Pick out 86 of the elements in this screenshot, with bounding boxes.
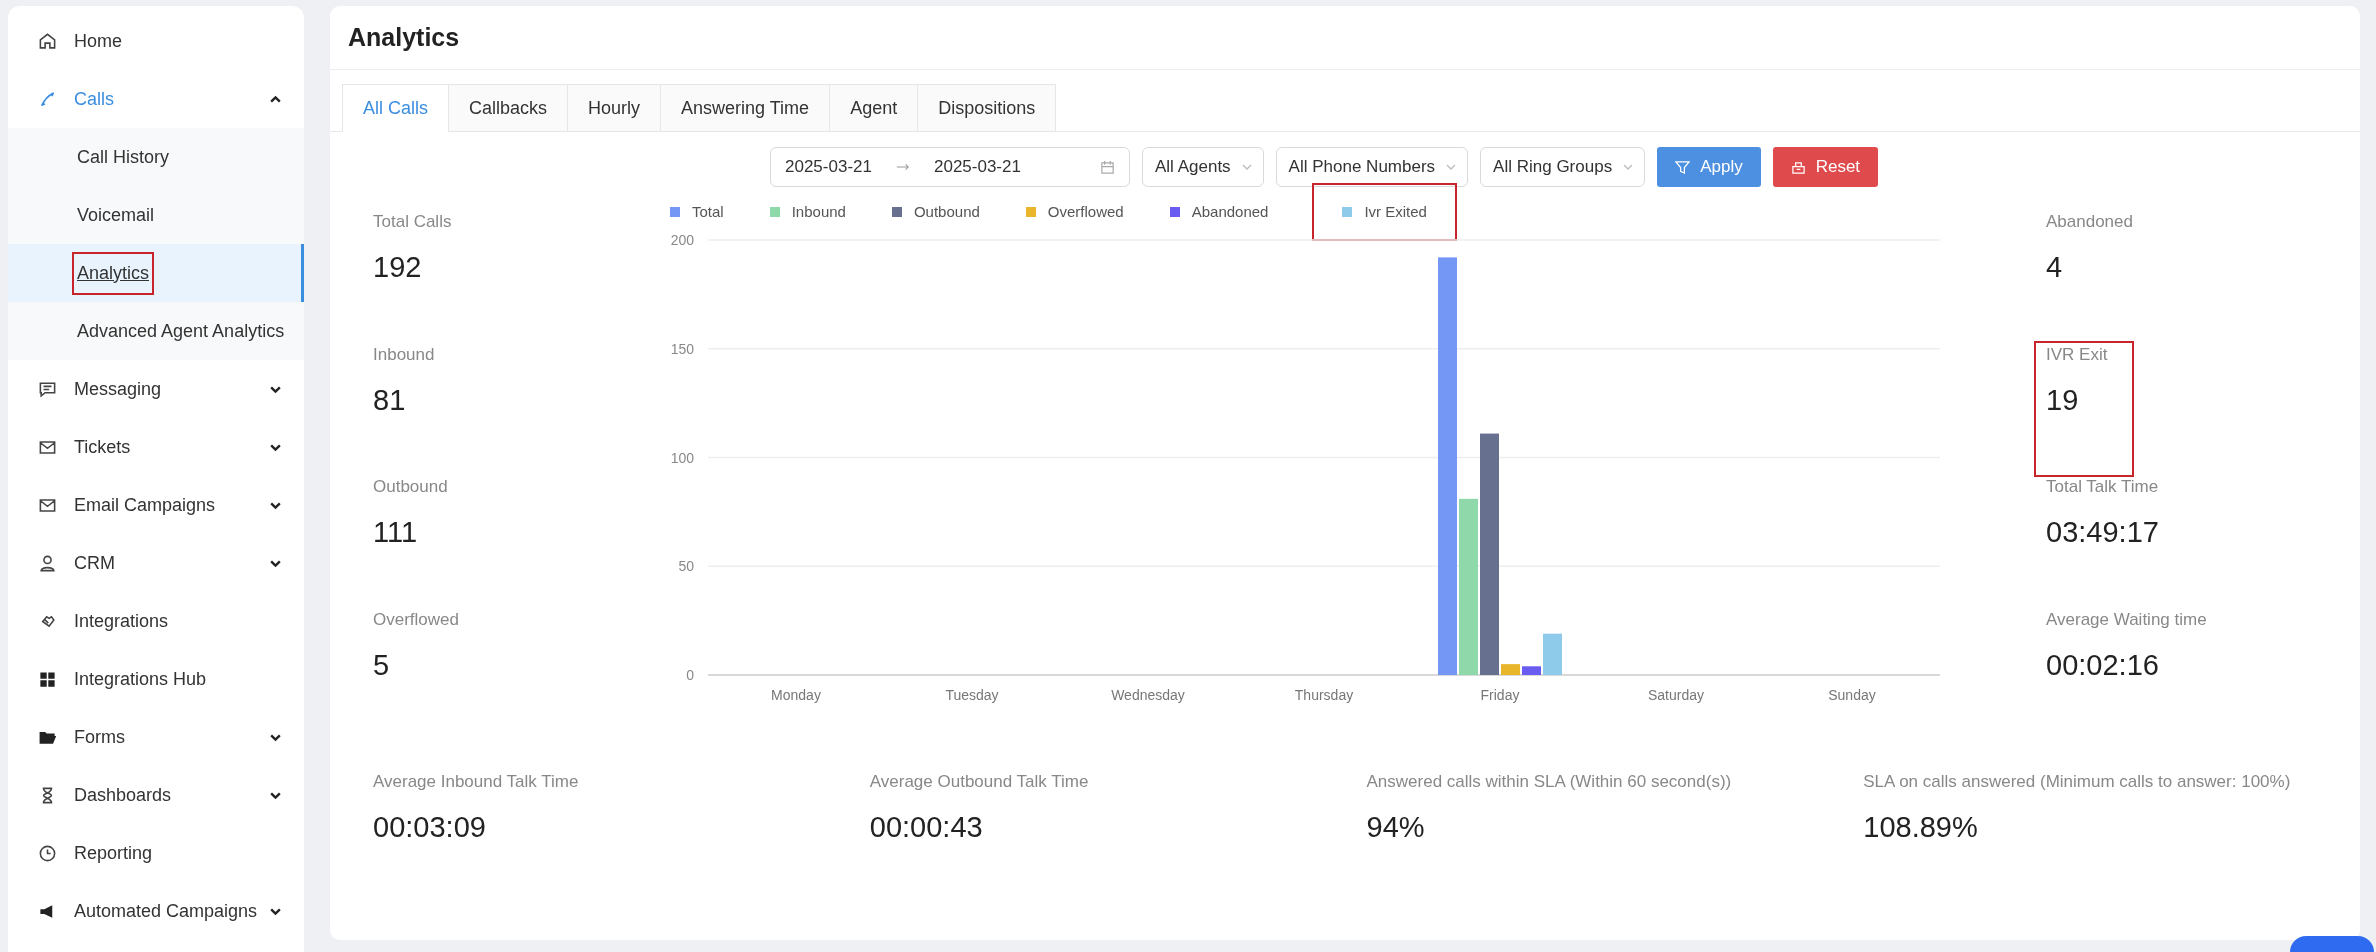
legend-item[interactable]: Abandoned <box>1169 200 1269 224</box>
stat-value: 94% <box>1366 810 1426 845</box>
legend-item[interactable]: Ivr Exited <box>1314 184 1455 240</box>
sidebar-item[interactable]: Home <box>8 12 304 70</box>
filter-icon <box>1675 159 1691 175</box>
page-title: Analytics <box>348 21 460 53</box>
dropdown[interactable]: All Ring Groups <box>1480 147 1646 187</box>
axis-category-label: Friday <box>1480 687 1520 703</box>
axis-tick-label: 0 <box>686 667 694 683</box>
chat-button[interactable] <box>2290 936 2374 952</box>
phone-icon <box>38 89 57 109</box>
home-icon <box>38 31 57 51</box>
stat-label: Average Outbound Talk Time <box>869 771 1090 793</box>
axis-category-label: Monday <box>771 687 821 703</box>
person-icon <box>38 553 57 573</box>
stat-value: 108.89% <box>1863 810 1979 845</box>
axis-category-label: Sunday <box>1828 687 1876 703</box>
tab[interactable]: Answering Time <box>660 84 831 132</box>
stat-label: Total Calls <box>373 211 453 233</box>
tab[interactable]: Dispositions <box>917 84 1057 132</box>
stat-label: IVR Exit <box>2046 343 2109 366</box>
legend-item[interactable]: Outbound <box>891 200 980 224</box>
date-range-field[interactable]: 2025-03-21 2025-03-21 <box>770 147 1130 187</box>
legend-item[interactable]: Overflowed <box>1025 200 1124 224</box>
sidebar-item[interactable]: Tickets <box>8 418 304 476</box>
stat-label: Abandoned <box>2046 211 2133 233</box>
sidebar-item[interactable]: Reporting <box>8 824 304 882</box>
legend-label: Inbound <box>791 201 846 222</box>
axis-tick-label: 100 <box>670 449 694 466</box>
axis-tick-label: 200 <box>670 232 694 248</box>
reset-button[interactable]: Reset <box>1772 147 1879 187</box>
stat-label: Total Talk Time <box>2046 476 2159 498</box>
stat-value: 03:49:17 <box>2046 515 2159 550</box>
axis-category-label: Wednesday <box>1111 687 1185 703</box>
sidebar-subitem[interactable]: Advanced Agent Analytics <box>8 302 304 360</box>
dropdown[interactable]: All Agents <box>1142 147 1264 187</box>
sidebar-subitem[interactable]: Voicemail <box>8 186 304 244</box>
sidebar-item[interactable]: Integrations <box>8 592 304 650</box>
stat-value: 5 <box>373 647 391 683</box>
stat-label: SLA on calls answered (Minimum calls to answer: 100%) <box>1863 771 2292 793</box>
stat-value: 19 <box>2046 382 2080 418</box>
sidebar-item[interactable]: Automated Campaigns <box>8 882 304 940</box>
stat-value: 81 <box>373 382 407 418</box>
dropdown[interactable]: All Phone Numbers <box>1275 147 1469 187</box>
calendar-icon <box>1100 159 1115 175</box>
stat-label: Answered calls within SLA (Within 60 second(s)) <box>1366 771 1733 793</box>
stat-label: Average Waiting time <box>2046 608 2207 631</box>
legend-label: Abandoned <box>1191 201 1269 222</box>
sidebar-item[interactable]: Calls <box>8 70 304 128</box>
legend-item[interactable]: Total <box>670 200 724 224</box>
stat-label: Inbound <box>373 343 436 366</box>
axis-tick-label: 150 <box>670 340 694 357</box>
tab[interactable]: Agent <box>829 84 919 132</box>
tab[interactable]: Callbacks <box>448 84 569 132</box>
stat-value: 4 <box>2046 250 2064 285</box>
axis-category-label: Thursday <box>1294 687 1354 703</box>
sidebar-item[interactable]: Email Campaigns <box>8 476 304 534</box>
legend-item[interactable]: Inbound <box>769 200 846 224</box>
axis-tick-label: 50 <box>678 558 694 575</box>
stat-value: 111 <box>373 515 419 550</box>
legend-label: Overflowed <box>1047 201 1124 222</box>
sidebar-item[interactable]: Forms <box>8 708 304 766</box>
legend-label: Total <box>692 201 724 222</box>
clock-icon <box>38 843 57 863</box>
axis-category-label: Tuesday <box>945 687 999 703</box>
sidebar-item[interactable]: Integrations Hub <box>8 650 304 708</box>
arrow-right-icon <box>895 163 910 171</box>
stat-label: Overflowed <box>373 608 460 631</box>
stat-value: 00:02:16 <box>2046 647 2160 683</box>
stat-value: 00:00:43 <box>869 810 984 845</box>
stat-label: Outbound <box>373 476 449 498</box>
legend-label: Outbound <box>913 201 980 222</box>
stat-value: 00:03:09 <box>373 810 487 845</box>
tab[interactable]: All Calls <box>342 84 449 132</box>
sidebar-subitem[interactable]: Analytics <box>8 244 304 302</box>
chat-icon <box>38 379 57 399</box>
sidebar-item[interactable]: Dashboards <box>8 766 304 824</box>
legend-label: Ivr Exited <box>1364 201 1427 222</box>
sidebar-item[interactable]: Messaging <box>8 360 304 418</box>
stat-value: 192 <box>373 250 423 285</box>
grid-icon <box>38 669 57 689</box>
axis-category-label: Saturday <box>1648 687 1704 703</box>
sidebar-item[interactable]: CRM <box>8 534 304 592</box>
sidebar-subitem[interactable]: Call History <box>8 128 304 186</box>
tab[interactable]: Hourly <box>567 84 662 132</box>
stat-label: Average Inbound Talk Time <box>373 771 580 793</box>
